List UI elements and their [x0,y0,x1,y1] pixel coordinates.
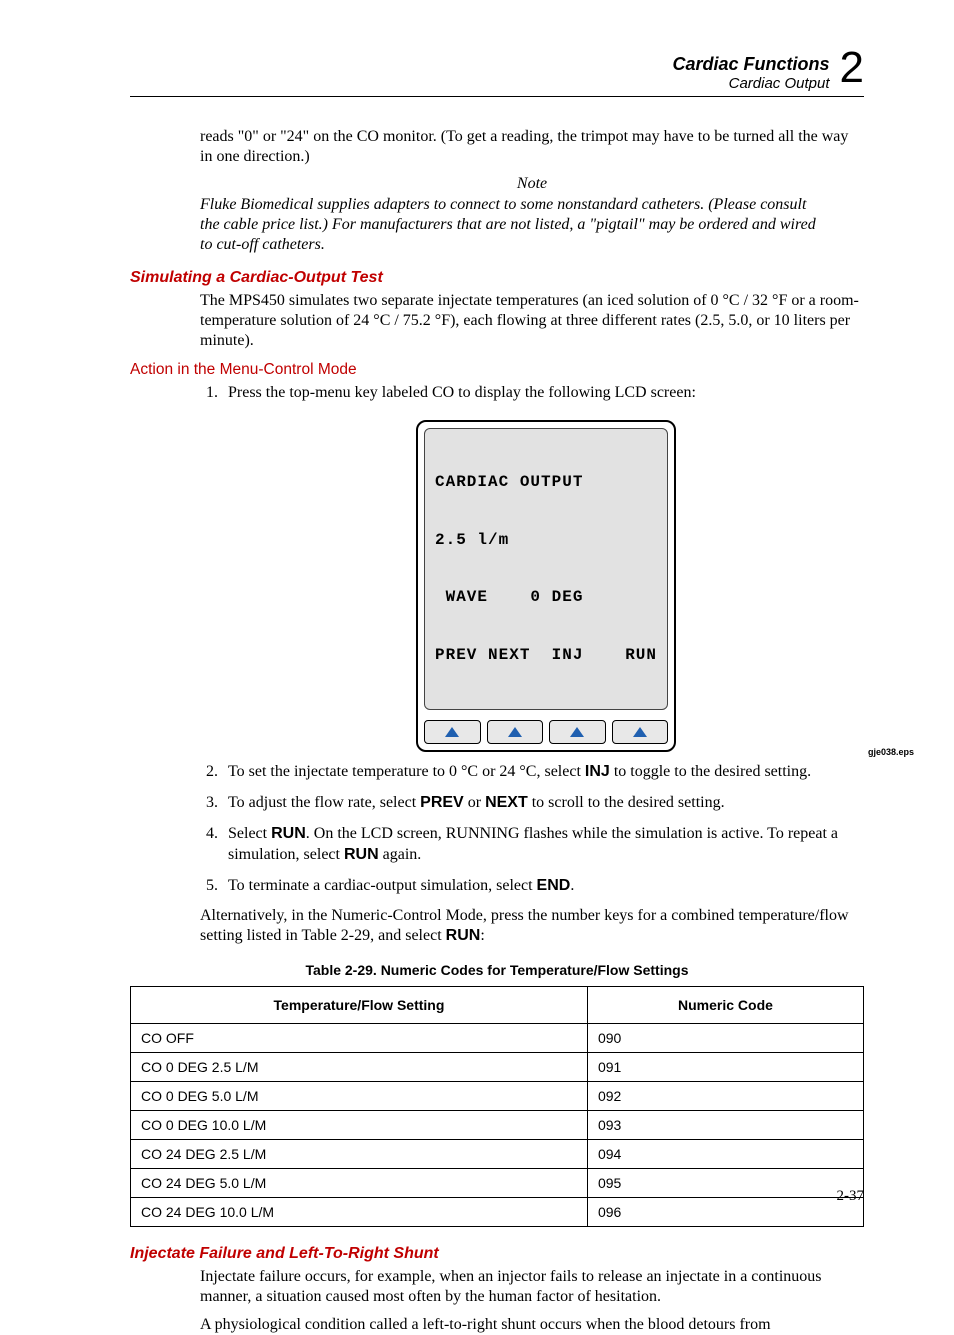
cell-code: 092 [587,1082,863,1111]
lcd-button-row [424,720,668,744]
alt-run: RUN [446,927,481,944]
step-3-pre: To adjust the flow rate, select [228,794,420,811]
up-triangle-icon [445,727,459,737]
cell-setting: CO OFF [131,1024,588,1053]
up-triangle-icon [633,727,647,737]
cell-setting: CO 24 DEG 5.0 L/M [131,1169,588,1198]
lcd-line2: 2.5 l/m [435,531,509,550]
lcd-line3-left: WAVE [435,588,488,607]
step-4: Select RUN. On the LCD screen, RUNNING f… [222,824,864,866]
table-header-row: Temperature/Flow Setting Numeric Code [131,987,864,1024]
lcd-line1: CARDIAC OUTPUT [435,473,583,492]
step-2-post: to toggle to the desired setting. [610,763,811,780]
lcd-prev: PREV [435,646,477,664]
cell-code: 096 [587,1198,863,1227]
lcd-figure: CARDIAC OUTPUT 2.5 l/m WAVE 0 DEG PREV N… [228,420,864,753]
step-1: Press the top-menu key labeled CO to dis… [222,383,864,752]
alternative-paragraph: Alternatively, in the Numeric-Control Mo… [200,906,864,946]
header-rule [130,96,864,97]
action-heading: Action in the Menu-Control Mode [130,361,864,379]
chapter-number: 2 [840,46,864,90]
table-row: CO 0 DEG 2.5 L/M091 [131,1053,864,1082]
steps-list: Press the top-menu key labeled CO to dis… [152,383,864,896]
running-header: Cardiac Functions Cardiac Output 2 [130,48,864,92]
numeric-codes-table: Temperature/Flow Setting Numeric Code CO… [130,986,864,1227]
page-number: 2-37 [837,1188,865,1205]
intro-paragraph-block: reads "0" or "24" on the CO monitor. (To… [130,127,864,255]
table-row: CO 24 DEG 2.5 L/M094 [131,1140,864,1169]
alt-post: : [480,927,484,944]
cell-code: 095 [587,1169,863,1198]
lcd-line3-right: 0 DEG [530,588,583,607]
section1-paragraph: The MPS450 simulates two separate inject… [200,291,864,351]
lcd-next: NEXT [488,646,530,664]
step-3-prev: PREV [420,794,464,811]
cell-setting: CO 24 DEG 2.5 L/M [131,1140,588,1169]
figure-filename: gje038.eps [868,747,914,759]
lcd-run: RUN [625,646,657,665]
intro-paragraph: reads "0" or "24" on the CO monitor. (To… [200,127,864,167]
cell-setting: CO 0 DEG 5.0 L/M [131,1082,588,1111]
th-code: Numeric Code [587,987,863,1024]
header-text-block: Cardiac Functions Cardiac Output [672,48,829,92]
step-3-post: to scroll to the desired setting. [528,794,725,811]
up-triangle-icon [570,727,584,737]
step-2-pre: To set the injectate temperature to 0 °C… [228,763,585,780]
cell-code: 094 [587,1140,863,1169]
step-4-mid: . On the LCD screen, RUNNING flashes whi… [228,825,838,863]
section2-para1: Injectate failure occurs, for example, w… [200,1267,864,1307]
section-title: Cardiac Output [672,75,829,92]
step-4-post: again. [379,846,422,863]
step-5-end: END [537,877,571,894]
table-row: CO 24 DEG 5.0 L/M095 [131,1169,864,1198]
step-4-run2: RUN [344,846,379,863]
chapter-title: Cardiac Functions [672,54,829,75]
cell-code: 091 [587,1053,863,1082]
table-row: CO 0 DEG 10.0 L/M093 [131,1111,864,1140]
section-heading-simulating: Simulating a Cardiac-Output Test [130,269,864,287]
lcd-screen: CARDIAC OUTPUT 2.5 l/m WAVE 0 DEG PREV N… [424,428,668,711]
softkey-3[interactable] [549,720,606,744]
step-5-post: . [570,877,574,894]
table-row: CO 24 DEG 10.0 L/M096 [131,1198,864,1227]
cell-code: 090 [587,1024,863,1053]
cell-code: 093 [587,1111,863,1140]
cell-setting: CO 24 DEG 10.0 L/M [131,1198,588,1227]
alt-pre: Alternatively, in the Numeric-Control Mo… [200,907,849,944]
table-row: CO OFF090 [131,1024,864,1053]
table-caption: Table 2-29. Numeric Codes for Temperatur… [130,962,864,978]
note-body: Fluke Biomedical supplies adapters to co… [200,195,824,255]
step-3-or: or [464,794,485,811]
step-4-run1: RUN [271,825,306,842]
section-heading-injectate: Injectate Failure and Left-To-Right Shun… [130,1245,864,1263]
lcd-inj: INJ [552,646,584,664]
softkey-1[interactable] [424,720,481,744]
lcd-device: CARDIAC OUTPUT 2.5 l/m WAVE 0 DEG PREV N… [416,420,676,753]
softkey-4[interactable] [612,720,669,744]
table-row: CO 0 DEG 5.0 L/M092 [131,1082,864,1111]
cell-setting: CO 0 DEG 2.5 L/M [131,1053,588,1082]
step-4-pre: Select [228,825,271,842]
step-3: To adjust the flow rate, select PREV or … [222,793,864,814]
section2-para2: A physiological condition called a left-… [200,1315,864,1335]
cell-setting: CO 0 DEG 10.0 L/M [131,1111,588,1140]
step-2: To set the injectate temperature to 0 °C… [222,762,864,783]
step-2-inj: INJ [585,763,610,780]
page: Cardiac Functions Cardiac Output 2 reads… [0,0,954,1235]
up-triangle-icon [508,727,522,737]
step-5-pre: To terminate a cardiac-output simulation… [228,877,537,894]
note-label: Note [200,175,864,193]
step-1-text: Press the top-menu key labeled CO to dis… [228,384,696,401]
step-3-next: NEXT [485,794,528,811]
softkey-2[interactable] [487,720,544,744]
step-5: To terminate a cardiac-output simulation… [222,876,864,897]
th-setting: Temperature/Flow Setting [131,987,588,1024]
